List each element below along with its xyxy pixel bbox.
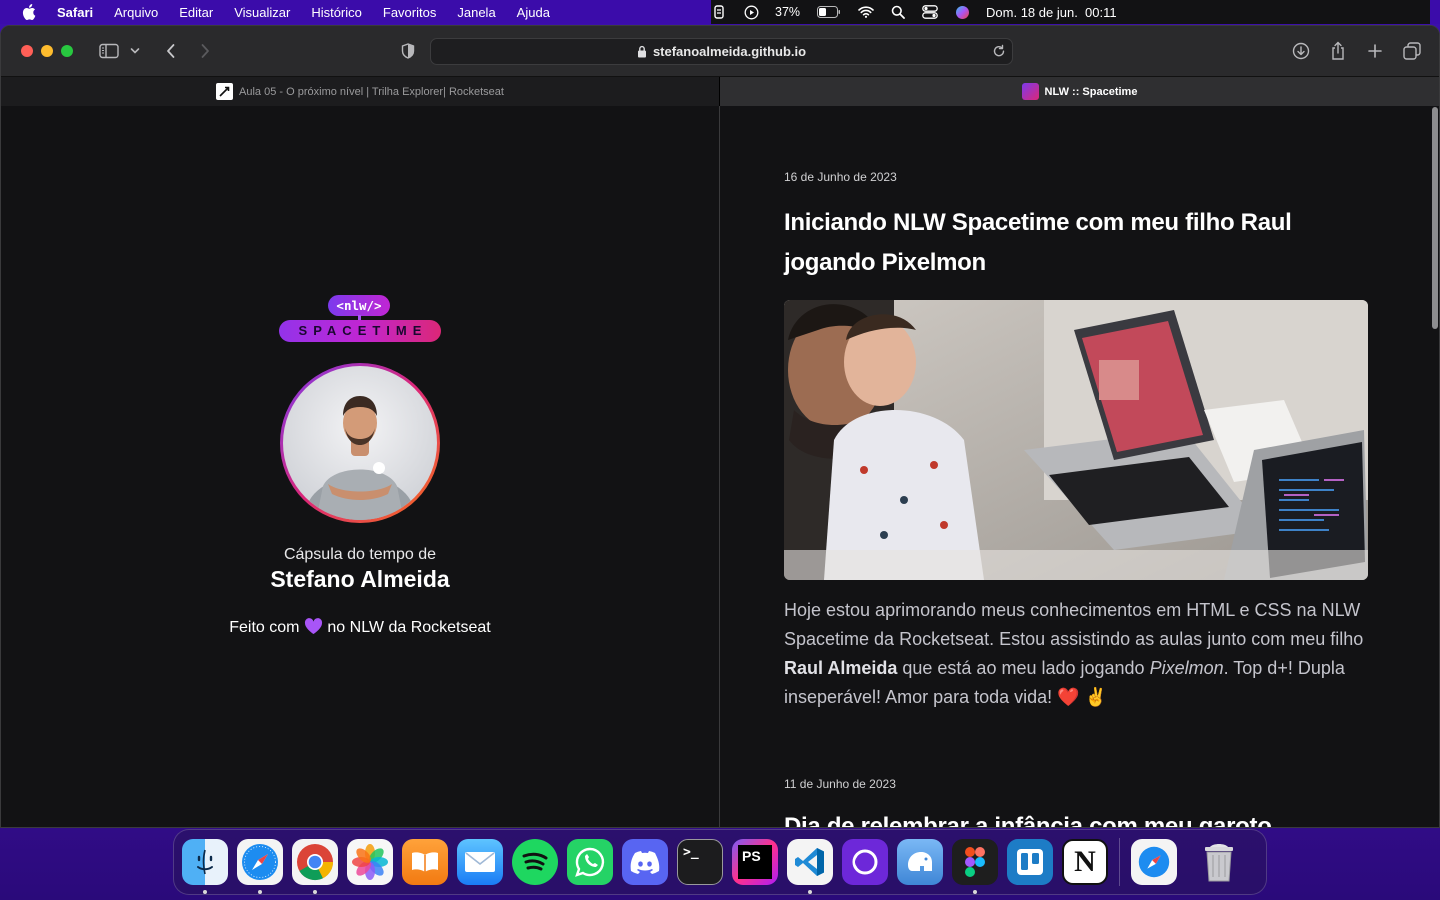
post-title: Dia de relembrar a infância com meu garo… <box>784 813 1272 827</box>
tab-title: Aula 05 - O próximo nível | Trilha Explo… <box>239 85 504 98</box>
vscode-icon[interactable] <box>787 839 833 894</box>
made-with-prefix: Feito com <box>229 619 300 636</box>
running-indicator <box>258 890 262 894</box>
dock-separator <box>1119 838 1120 886</box>
post-body-bold: Raul Almeida <box>784 658 898 678</box>
whatsapp-icon[interactable] <box>567 839 613 885</box>
post-body-text: Hoje estou aprimorando meus conhecimento… <box>784 600 1364 649</box>
siri-icon[interactable] <box>954 4 970 20</box>
terminal-icon[interactable]: >_ <box>677 839 723 885</box>
menu-bar: Safari Arquivo Editar Visualizar Históri… <box>0 0 1440 24</box>
post-date: 11 de Junho de 2023 <box>784 777 896 791</box>
discord-icon[interactable] <box>622 839 668 885</box>
avatar <box>280 363 440 523</box>
tab-overview-icon[interactable] <box>1400 40 1424 62</box>
back-button[interactable] <box>159 40 183 62</box>
url-text: stefanoalmeida.github.io <box>652 44 807 59</box>
trash-icon[interactable] <box>1196 839 1242 885</box>
post-photo <box>784 300 1368 580</box>
post-date: 16 de Junho de 2023 <box>784 170 897 184</box>
figma-icon[interactable] <box>952 839 998 894</box>
minimize-window-button[interactable] <box>41 45 53 57</box>
post-title-clip: Dia de relembrar a infância com meu garo… <box>784 812 1384 827</box>
page-scrollbar[interactable] <box>1432 107 1438 329</box>
trello-icon[interactable] <box>1007 839 1053 885</box>
post-body: Hoje estou aprimorando meus conhecimento… <box>784 596 1384 712</box>
menu-ajuda[interactable]: Ajuda <box>517 5 550 20</box>
running-indicator <box>808 890 812 894</box>
address-bar[interactable]: stefanoalmeida.github.io <box>430 38 1013 65</box>
battery-icon[interactable] <box>816 4 842 20</box>
running-indicator <box>973 890 977 894</box>
terminal-prompt: >_ <box>683 845 699 860</box>
downloads-icon[interactable] <box>1289 40 1313 62</box>
battery-percent: 37% <box>775 5 801 19</box>
clipboard-icon[interactable] <box>711 4 727 20</box>
purple-heart-icon <box>304 618 323 640</box>
new-tab-plus-icon[interactable] <box>1363 40 1387 62</box>
notion-icon[interactable]: N <box>1062 839 1108 885</box>
safari-icon[interactable] <box>237 839 283 894</box>
play-circle-icon[interactable] <box>743 4 759 20</box>
tab-title: NLW :: Spacetime <box>1044 85 1138 98</box>
chrome-icon[interactable] <box>292 839 338 894</box>
mail-icon[interactable] <box>457 839 503 885</box>
spacetime-favicon-icon <box>1021 83 1039 100</box>
close-window-button[interactable] <box>21 45 33 57</box>
logo-spacetime-text: SPACETIME <box>279 320 441 342</box>
spotlight-search-icon[interactable] <box>890 4 906 20</box>
phpstorm-icon[interactable]: PS <box>732 839 778 885</box>
sidebar-toggle-icon[interactable] <box>97 40 121 62</box>
finder-icon[interactable] <box>182 839 228 894</box>
capsule-subtitle: Cápsula do tempo de <box>283 546 437 563</box>
chevron-down-icon[interactable] <box>125 40 145 62</box>
reload-icon[interactable] <box>992 44 1006 58</box>
capsule-owner-name: Stefano Almeida <box>270 566 450 592</box>
privacy-shield-icon[interactable] <box>396 40 420 62</box>
menu-historico[interactable]: Histórico <box>311 5 362 20</box>
menu-favoritos[interactable]: Favoritos <box>383 5 436 20</box>
tab-bar: Aula 05 - O próximo nível | Trilha Explo… <box>1 77 1439 106</box>
tab-rocketseat[interactable]: Aula 05 - O próximo nível | Trilha Explo… <box>1 77 720 106</box>
post-body-text: que está ao meu lado jogando <box>897 658 1150 678</box>
zoom-window-button[interactable] <box>61 45 73 57</box>
made-with-line: Feito com no NLW da Rocketseat <box>1 618 719 640</box>
window-controls <box>21 45 73 57</box>
dock: >_ PS N <box>173 829 1267 895</box>
photos-icon[interactable] <box>347 839 393 885</box>
nlw-spacetime-logo: <nlw/> SPACETIME <box>279 295 441 343</box>
lock-icon <box>637 45 647 58</box>
menu-app-name[interactable]: Safari <box>57 5 93 20</box>
menu-editar[interactable]: Editar <box>179 5 213 20</box>
menu-janela[interactable]: Janela <box>457 5 495 20</box>
menubar-datetime[interactable]: Dom. 18 de jun. 00:11 <box>986 5 1117 20</box>
forward-button[interactable] <box>193 40 217 62</box>
browser-toolbar: stefanoalmeida.github.io <box>1 26 1439 77</box>
tab-spacetime[interactable]: NLW :: Spacetime <box>720 77 1439 106</box>
phpstorm-label: PS <box>738 845 772 879</box>
menu-visualizar[interactable]: Visualizar <box>234 5 290 20</box>
rocketseat-favicon-icon <box>216 83 234 100</box>
running-indicator <box>313 890 317 894</box>
control-center-icon[interactable] <box>922 4 938 20</box>
menu-arquivo[interactable]: Arquivo <box>114 5 158 20</box>
tableplus-icon[interactable] <box>897 839 943 885</box>
notion-letter: N <box>1074 845 1096 878</box>
wifi-icon[interactable] <box>858 4 874 20</box>
spotify-icon[interactable] <box>512 839 558 885</box>
post-body-italic: Pixelmon <box>1149 658 1224 678</box>
logo-nlw-tag: <nlw/> <box>328 295 390 316</box>
avatar-image <box>283 366 437 520</box>
running-indicator <box>203 890 207 894</box>
post-title: Iniciando NLW Spacetime com meu filho Ra… <box>784 209 1292 276</box>
downloads-safari-icon[interactable] <box>1131 839 1177 885</box>
apple-icon[interactable] <box>21 4 37 20</box>
share-icon[interactable] <box>1326 40 1350 62</box>
made-with-suffix: no NLW da Rocketseat <box>327 619 491 636</box>
books-icon[interactable] <box>402 839 448 885</box>
arc-icon[interactable] <box>842 839 888 885</box>
